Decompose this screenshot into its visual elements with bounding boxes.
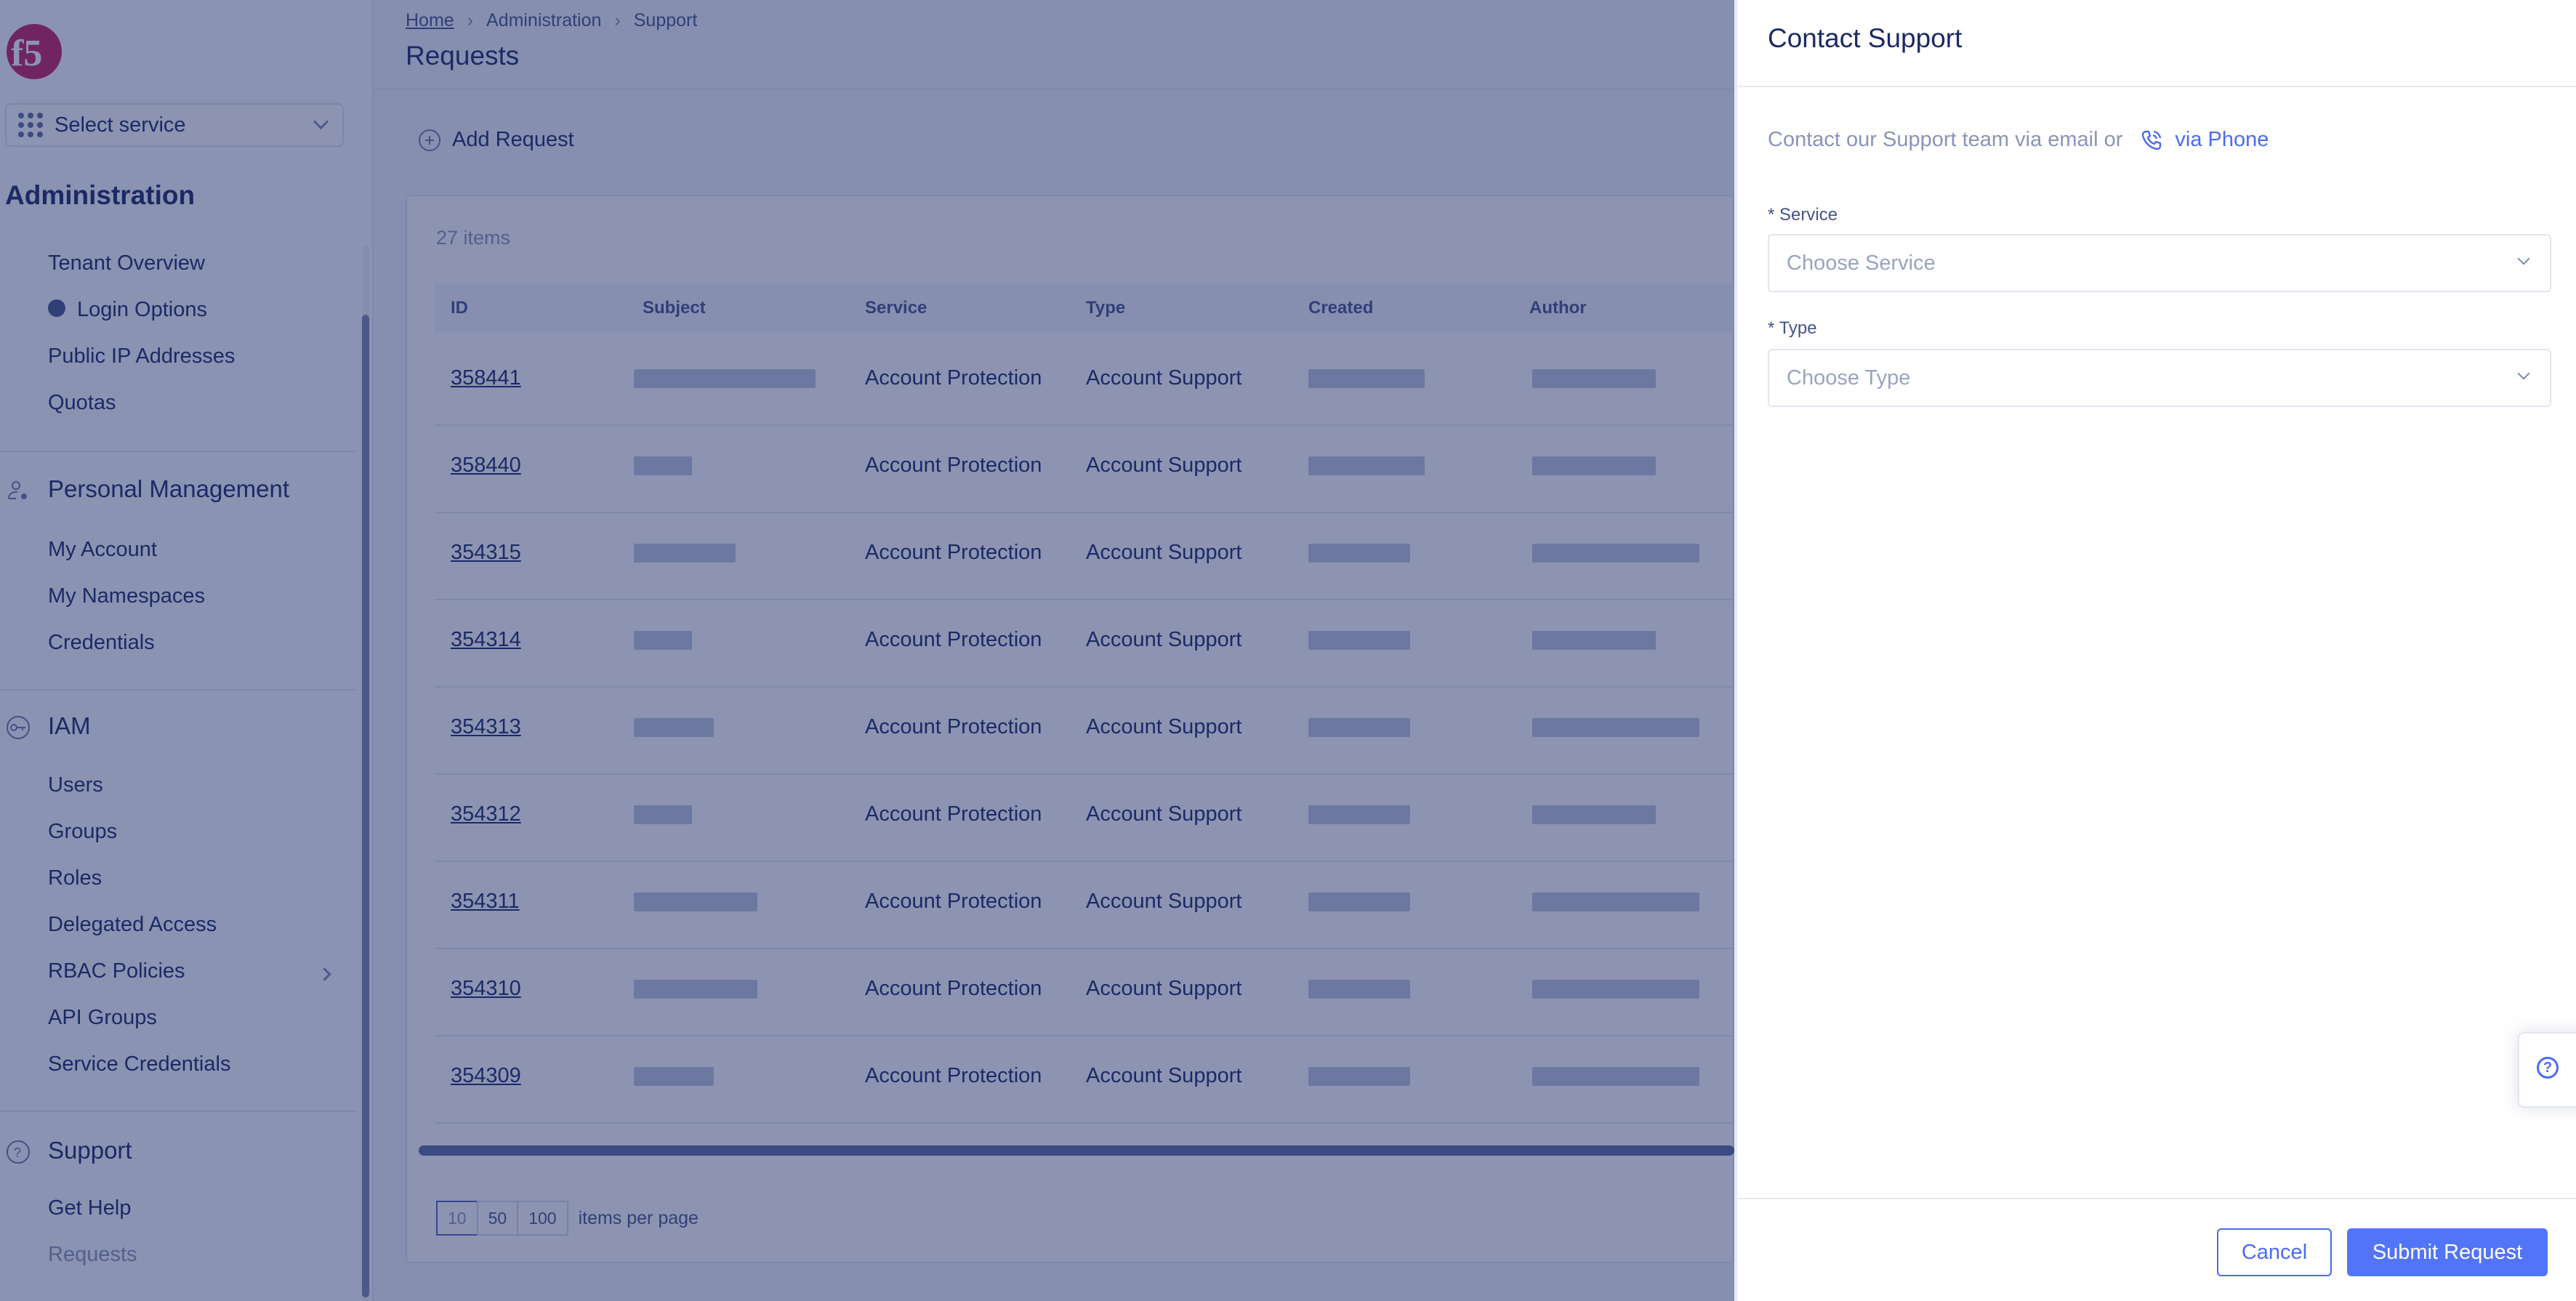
type-select[interactable]: Choose Type [1768, 349, 2551, 407]
chevron-down-icon [2517, 252, 2530, 265]
phone-icon [2142, 130, 2162, 150]
contact-support-drawer: Contact Support Contact our Support team… [1734, 0, 2576, 1301]
help-floating-button[interactable]: ? [2518, 1032, 2576, 1108]
service-select[interactable]: Choose Service [1768, 234, 2551, 292]
modal-title: Contact Support [1768, 23, 1963, 53]
modal-backdrop[interactable] [0, 0, 1734, 1301]
service-label: * Service [1768, 205, 1838, 225]
main-app: f5 Select service Administration Tenant … [0, 0, 1734, 1301]
type-label: * Type [1768, 318, 1817, 338]
cancel-button[interactable]: Cancel [2217, 1228, 2332, 1276]
submit-request-button[interactable]: Submit Request [2347, 1228, 2548, 1276]
contact-intro-text: Contact our Support team via email or [1768, 128, 2123, 151]
via-phone-label: via Phone [2175, 128, 2269, 151]
type-placeholder: Choose Type [1787, 366, 1911, 390]
help-icon: ? [2537, 1057, 2559, 1079]
modal-footer-divider [1734, 1198, 2576, 1199]
contact-intro: Contact our Support team via email or vi… [1768, 128, 2269, 152]
service-placeholder: Choose Service [1787, 251, 1936, 275]
modal-header-divider [1737, 86, 2576, 87]
chevron-down-icon [2517, 367, 2530, 380]
via-phone-link[interactable]: via Phone [2140, 128, 2269, 152]
